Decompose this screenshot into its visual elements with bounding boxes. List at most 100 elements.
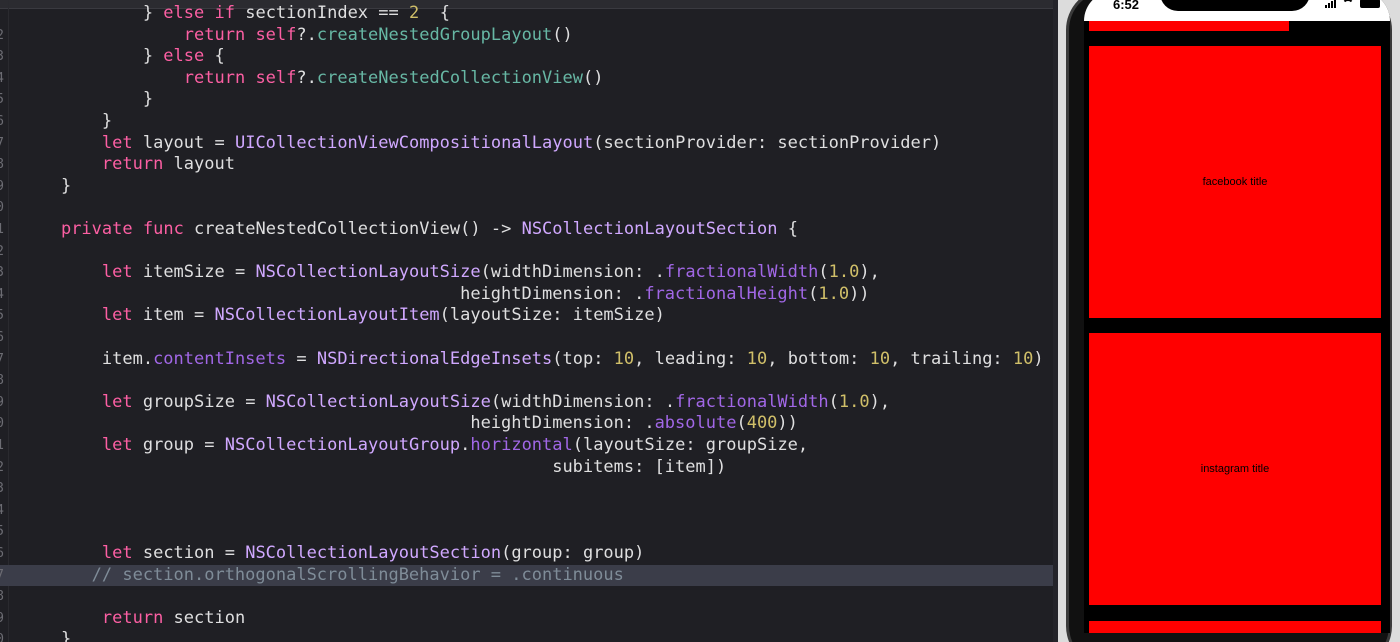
code-token: (group: group) [501,543,645,563]
cellular-signal-icon [1325,0,1336,8]
code-token: if [214,3,235,23]
code-token: () [582,67,604,88]
code-line[interactable]: 1 let group = NSCollectionLayoutGroup.ho… [0,435,1058,457]
code-line[interactable]: 3 } else { [0,46,1058,68]
code-line[interactable]: 5 [0,521,1058,543]
code-token: fractionalWidth [675,391,829,412]
code-token: contentInsets [153,348,287,369]
code-text: heightDimension: .absolute(400)) [20,413,798,435]
code-text: let section = NSCollectionLayoutSection(… [20,543,644,565]
code-line[interactable]: 5 let item = NSCollectionLayoutItem(layo… [0,305,1058,327]
code-line[interactable]: 2 subitems: [item]) [0,457,1058,479]
code-line[interactable]: 8 [0,370,1058,392]
code-token: func [142,219,184,239]
code-token: } [20,46,164,67]
code-token: item. [20,348,154,369]
code-token: let [101,543,133,563]
code-line[interactable]: 4 [0,500,1058,522]
code-line[interactable]: 9 let groupSize = NSCollectionLayoutSize… [0,392,1058,414]
line-number: 4 [0,70,4,86]
code-token: return [101,154,164,175]
code-line[interactable]: 9 return section [0,608,1058,630]
phone-screen[interactable]: 6:52 facebook title instagram title [1084,0,1390,633]
code-line[interactable]: 4 heightDimension: .fractionalHeight(1.0… [0,284,1058,306]
line-number: 8 [0,157,4,173]
status-icons [1325,0,1380,8]
battery-icon [1360,0,1380,8]
collection-cell-instagram[interactable]: instagram title [1089,333,1381,605]
code-token: 2 [408,3,420,23]
line-number: 9 [0,610,4,626]
code-editor[interactable]: } else if sectionIndex == 2 {2 return se… [0,0,1058,642]
code-token: private [60,219,133,239]
code-line[interactable]: 9 } [0,176,1058,198]
code-line[interactable]: 1 private func createNestedCollectionVie… [0,219,1058,241]
code-text: let groupSize = NSCollectionLayoutSize(w… [20,392,890,414]
code-token: // section.orthogonalScrollingBehavior =… [20,564,624,585]
phone-frame: 6:52 facebook title instagram title [1066,0,1392,642]
line-number: 7 [0,135,4,151]
code-token: )) [777,413,798,434]
code-token: layout = [132,132,235,153]
code-token: = [286,348,317,369]
code-line[interactable]: 6 } [0,111,1058,133]
code-line[interactable]: 7 item.contentInsets = NSDirectionalEdge… [0,349,1058,371]
code-text: } else if sectionIndex == 2 { [20,3,450,25]
code-token: self [255,67,297,88]
status-bar: 6:52 [1084,0,1390,21]
code-token: (layoutSize: groupSize, [572,435,809,455]
line-number: 0 [0,632,4,642]
code-token: 10 [1012,348,1034,369]
collection-cell-facebook[interactable]: facebook title [1089,46,1381,318]
code-line[interactable]: 0 heightDimension: .absolute(400)) [0,413,1058,435]
line-number: 0 [0,416,4,432]
code-token: heightDimension: . [20,413,655,434]
code-line[interactable]: 7 let layout = UICollectionViewCompositi… [0,133,1058,155]
code-token: ( [818,262,829,283]
code-line[interactable]: 3 [0,478,1058,500]
code-line[interactable]: 4 return self?.createNestedCollectionVie… [0,68,1058,90]
code-line[interactable]: 6 [0,327,1058,349]
code-line[interactable]: 6 let section = NSCollectionLayoutSectio… [0,543,1058,565]
code-text: return section [20,608,245,630]
cell-title: facebook title [1202,176,1268,188]
code-token: return [183,67,246,88]
code-text: return self?.createNestedCollectionView(… [20,67,604,90]
code-line[interactable]: 2 return self?.createNestedGroupLayout() [0,25,1058,47]
code-token: , bottom: [767,348,870,369]
code-text: item.contentInsets = NSDirectionalEdgeIn… [20,349,1044,371]
code-line[interactable]: 0 [0,197,1058,219]
code-line[interactable]: 3 let itemSize = NSCollectionLayoutSize(… [0,262,1058,284]
code-token: } [20,111,113,131]
code-token: createNestedCollectionView [316,67,583,88]
line-number: 3 [0,265,4,281]
code-token: , leading: [634,348,747,369]
code-token: item = [132,305,215,326]
code-line[interactable]: 8 [0,586,1058,608]
code-text: let group = NSCollectionLayoutGroup.hori… [20,435,808,457]
code-line[interactable]: 5 } [0,89,1058,111]
code-token: } [20,629,72,642]
line-number: 2 [0,459,4,475]
simulator-window: 6:52 facebook title instagram title [1058,0,1400,642]
code-text: } [20,89,153,111]
code-line[interactable]: 0 } [0,629,1058,642]
line-number: 9 [0,394,4,410]
code-line[interactable]: } else if sectionIndex == 2 { [0,3,1058,25]
code-line[interactable]: 2 [0,241,1058,263]
code-line-current[interactable]: 7 // section.orthogonalScrollingBehavior… [0,564,1058,587]
code-line[interactable]: 8 return layout [0,154,1058,176]
code-token: absolute [654,413,737,434]
line-number: 2 [0,27,4,43]
code-token: 10 [613,348,635,369]
code-token: NSCollectionLayoutItem [214,305,440,326]
line-number: 5 [0,92,4,108]
code-text: heightDimension: .fractionalHeight(1.0)) [20,284,869,306]
code-token: let [101,262,133,283]
code-token: return [101,607,164,628]
line-number: 4 [0,502,4,518]
code-token: { [777,219,798,239]
code-token: let [101,435,133,455]
